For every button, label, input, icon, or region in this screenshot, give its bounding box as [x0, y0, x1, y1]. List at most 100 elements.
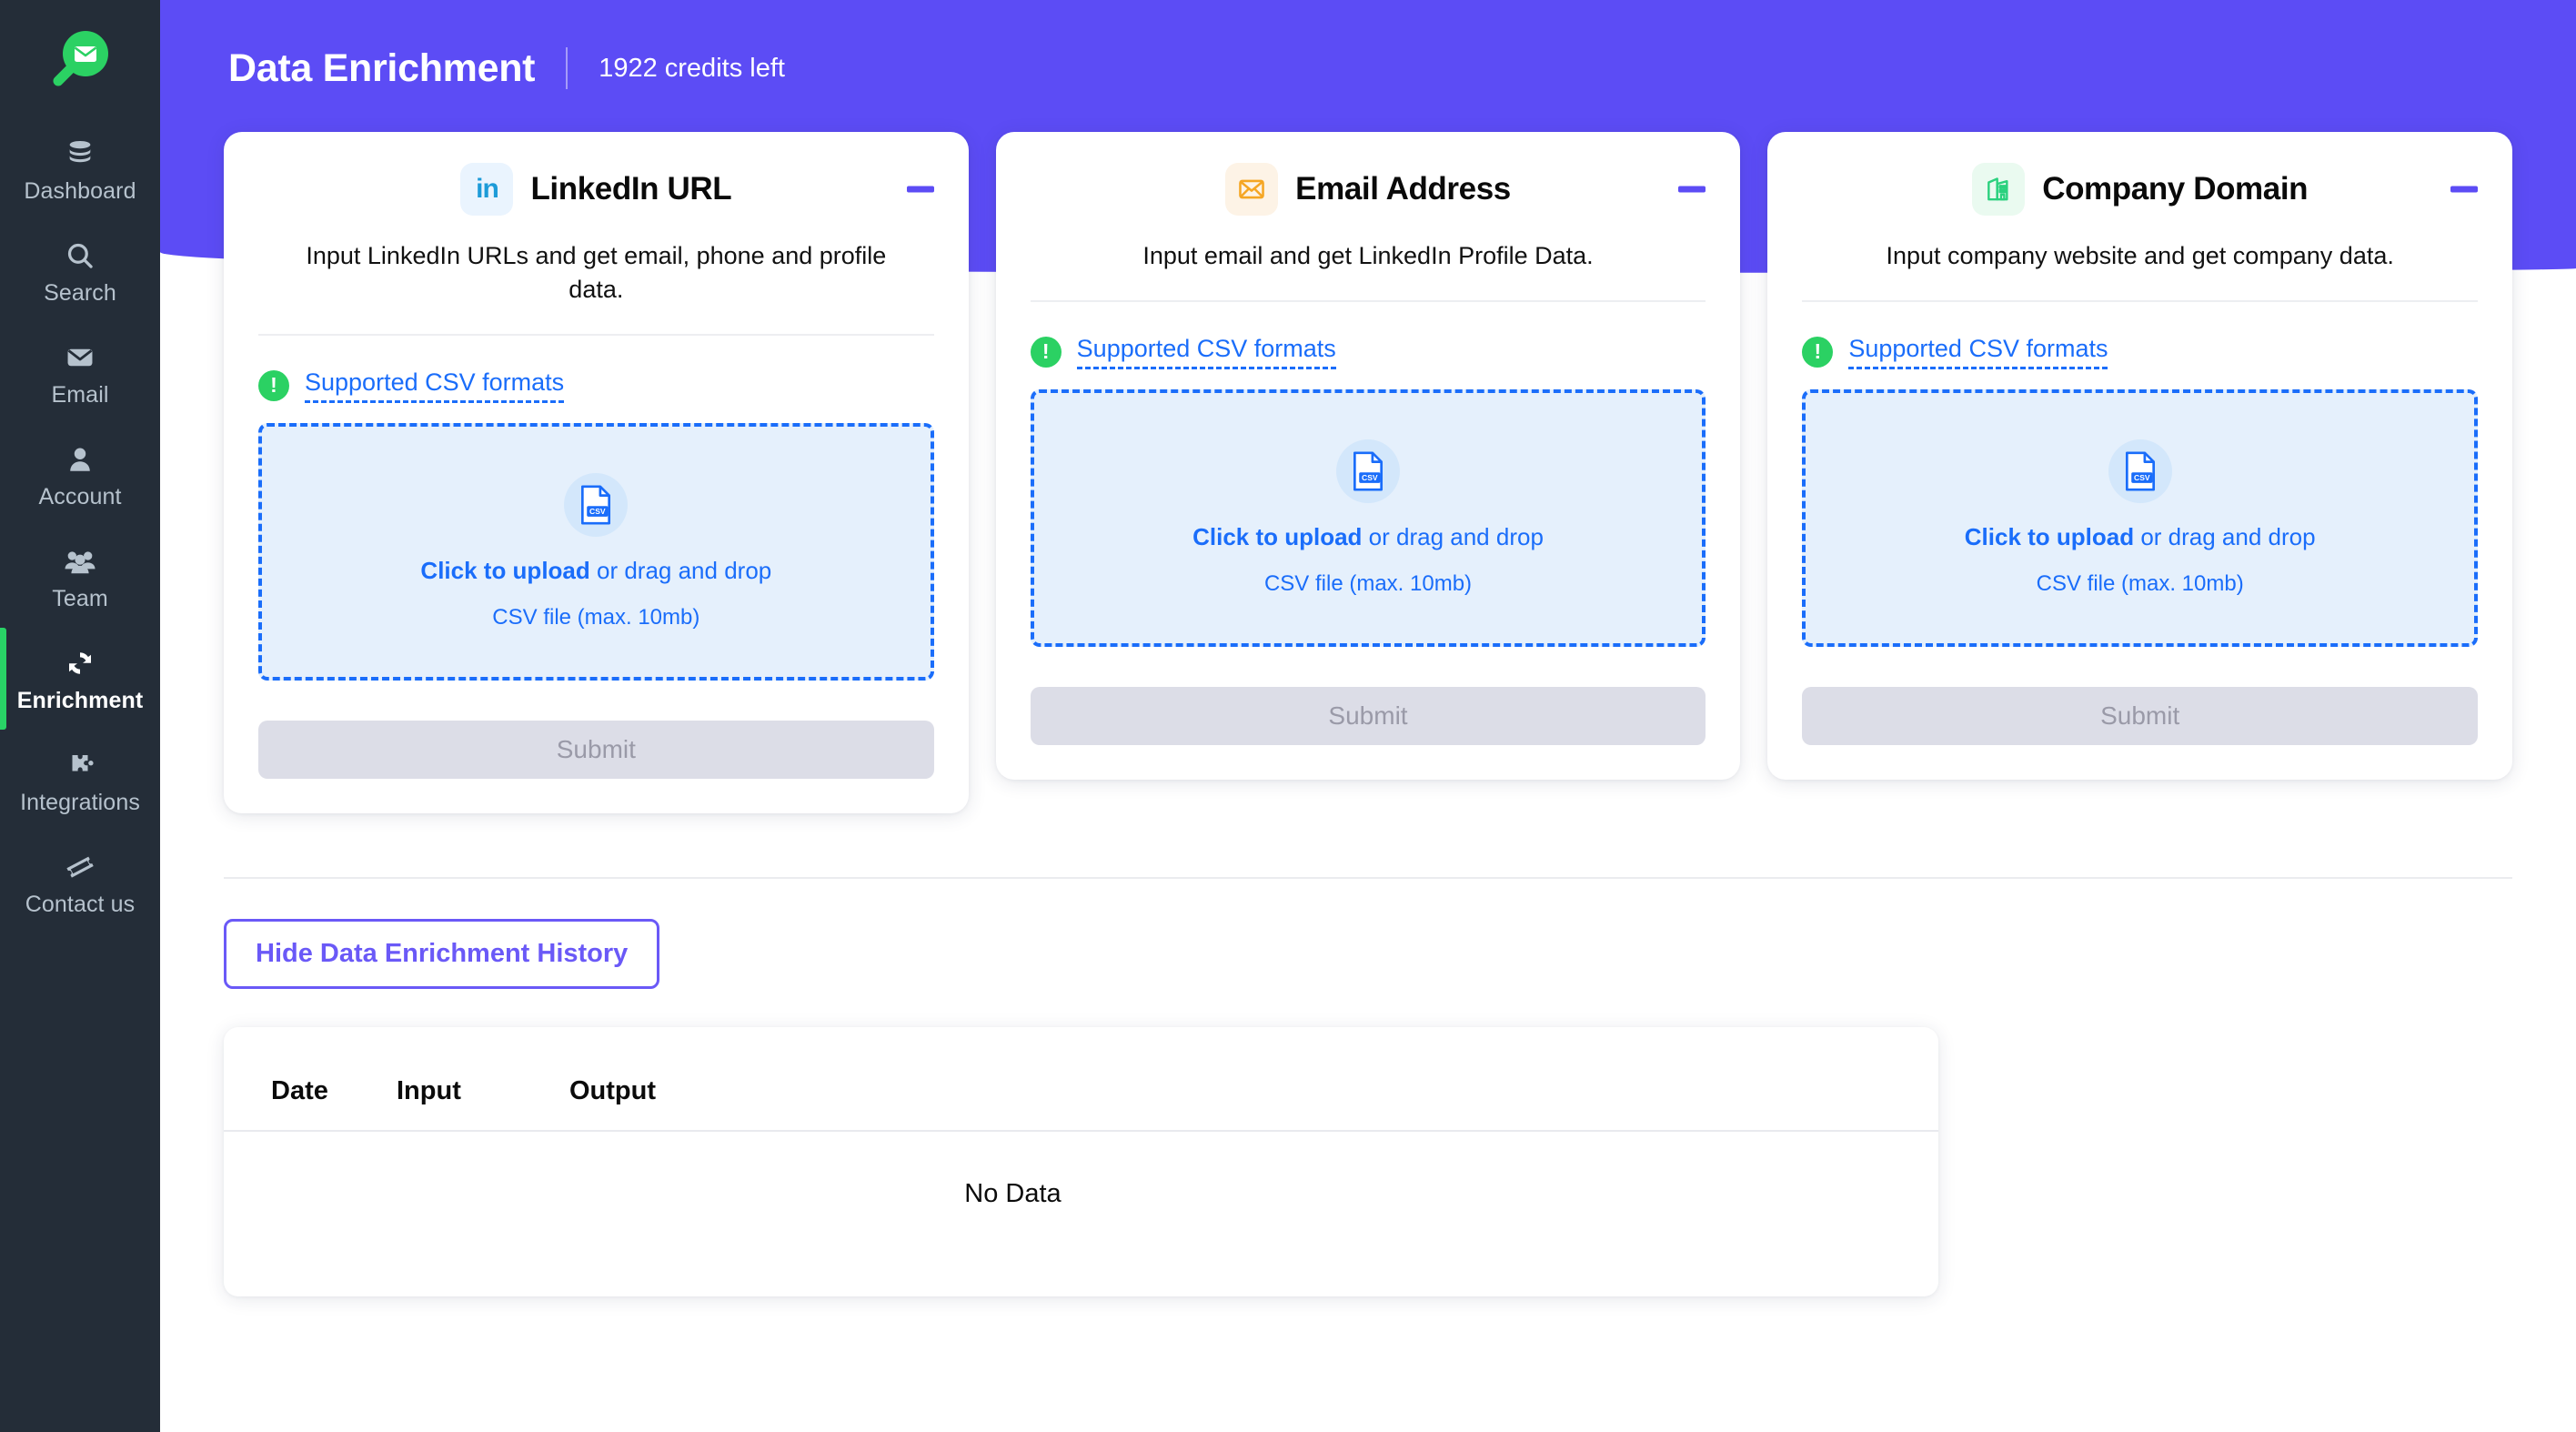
building-icon [1972, 163, 2026, 216]
svg-text:CSV: CSV [1362, 473, 1378, 482]
dropzone-hint: CSV file (max. 10mb) [1263, 570, 1473, 596]
info-icon: ! [1802, 336, 1834, 368]
search-icon [62, 237, 98, 274]
envelope-icon [62, 339, 98, 376]
submit-button[interactable]: Submit [1030, 686, 1706, 745]
supported-csv-row: ! Supported CSV formats [258, 336, 934, 403]
info-icon: ! [1030, 336, 1062, 368]
file-dropzone[interactable]: CSV Click to upload or drag and drop CSV… [1802, 388, 2479, 647]
ticket-icon [62, 849, 98, 885]
history-table: Date Input Output No Data [224, 1063, 1938, 1296]
section-divider [224, 876, 2512, 879]
history-table-body: No Data [224, 1131, 1938, 1296]
sidebar-item-label: Integrations [20, 790, 140, 815]
column-header-output: Output [569, 1063, 1938, 1132]
database-icon [62, 136, 98, 172]
card-title-row: Email Address [1031, 163, 1706, 216]
dropzone-hint: CSV file (max. 10mb) [492, 604, 700, 630]
submit-button[interactable]: Submit [1802, 686, 2479, 745]
linkedin-icon-glyph: in [476, 174, 499, 204]
svg-text:CSV: CSV [2134, 473, 2150, 482]
no-data-label: No Data [964, 1178, 1062, 1208]
sidebar-item-label: Contact us [25, 892, 136, 917]
supported-csv-formats-link[interactable]: Supported CSV formats [1076, 335, 1336, 369]
sidebar-nav: Dashboard Search Email Account Team Enri… [0, 118, 160, 933]
dropzone-main-text: Click to upload or drag and drop [420, 557, 771, 585]
app-logo[interactable] [0, 0, 160, 118]
card-body: ! Supported CSV formats CSV Click to upl… [996, 302, 1741, 780]
click-to-upload-label[interactable]: Click to upload [1965, 523, 2134, 550]
card-divider [1030, 299, 1706, 302]
card-company-domain: Company Domain Input company website and… [1767, 132, 2513, 780]
sidebar-item-label: Dashboard [24, 178, 136, 204]
table-header-row: Date Input Output [224, 1063, 1938, 1132]
card-header: Company Domain Input company website and… [1767, 132, 2512, 302]
card-description: Input email and get LinkedIn Profile Dat… [1142, 242, 1594, 269]
drag-and-drop-label: or drag and drop [589, 556, 772, 584]
sidebar: Dashboard Search Email Account Team Enri… [0, 0, 160, 1432]
enrichment-cards: in LinkedIn URL Input LinkedIn URLs and … [160, 0, 2576, 813]
dropzone-hint: CSV file (max. 10mb) [2036, 570, 2244, 596]
app-root: Dashboard Search Email Account Team Enri… [0, 0, 2576, 1432]
collapse-card-button[interactable] [1678, 186, 1706, 193]
sidebar-item-dashboard[interactable]: Dashboard [0, 118, 160, 220]
supported-csv-formats-link[interactable]: Supported CSV formats [305, 368, 565, 403]
column-header-date: Date [224, 1063, 397, 1132]
sidebar-item-team[interactable]: Team [0, 526, 160, 628]
drag-and-drop-label: or drag and drop [1362, 522, 1544, 550]
sidebar-item-label: Search [44, 280, 116, 306]
collapse-card-button[interactable] [906, 186, 934, 193]
card-divider [1802, 299, 2479, 302]
card-title: Company Domain [2042, 171, 2309, 207]
card-body: ! Supported CSV formats CSV Click to upl… [224, 336, 969, 813]
sidebar-item-contact-us[interactable]: Contact us [0, 832, 160, 933]
sidebar-item-label: Email [51, 382, 109, 408]
collapse-card-button[interactable] [2450, 186, 2479, 193]
mail-search-logo-icon [45, 25, 115, 94]
sidebar-item-label: Team [52, 586, 108, 611]
sidebar-item-account[interactable]: Account [0, 424, 160, 526]
history-table-head: Date Input Output [224, 1063, 1938, 1132]
user-icon [62, 441, 98, 478]
supported-csv-formats-link[interactable]: Supported CSV formats [1848, 335, 2108, 369]
refresh-icon [62, 645, 98, 681]
dropzone-main-text: Click to upload or drag and drop [1965, 523, 2316, 551]
card-linkedin-url: in LinkedIn URL Input LinkedIn URLs and … [224, 132, 969, 813]
drag-and-drop-label: or drag and drop [2134, 522, 2316, 550]
card-description: Input LinkedIn URLs and get email, phone… [306, 242, 887, 303]
svg-text:CSV: CSV [589, 507, 606, 516]
toggle-history-button[interactable]: Hide Data Enrichment History [224, 918, 660, 989]
sidebar-item-search[interactable]: Search [0, 220, 160, 322]
sidebar-item-label: Enrichment [16, 688, 144, 713]
file-dropzone[interactable]: CSV Click to upload or drag and drop CSV… [1030, 388, 1706, 647]
card-description: Input company website and get company da… [1886, 242, 2394, 269]
file-dropzone[interactable]: CSV Click to upload or drag and drop CSV… [258, 422, 934, 681]
sidebar-item-label: Account [38, 484, 122, 509]
card-email-address: Email Address Input email and get Linked… [995, 132, 1741, 780]
puzzle-icon [62, 747, 98, 783]
empty-row: No Data [224, 1131, 1938, 1296]
card-body: ! Supported CSV formats CSV Click to upl… [1767, 302, 2512, 780]
main-content: Data Enrichment 1922 credits left in Lin… [160, 0, 2576, 1432]
dropzone-main-text: Click to upload or drag and drop [1192, 523, 1544, 551]
sidebar-item-email[interactable]: Email [0, 322, 160, 424]
supported-csv-row: ! Supported CSV formats [1030, 302, 1706, 369]
card-header: Email Address Input email and get Linked… [996, 132, 1741, 302]
card-title-row: Company Domain [1802, 163, 2479, 216]
csv-file-icon: CSV [2108, 439, 2172, 503]
sidebar-item-enrichment[interactable]: Enrichment [0, 628, 160, 730]
submit-button[interactable]: Submit [258, 720, 934, 779]
csv-file-icon: CSV [564, 472, 629, 537]
card-title: LinkedIn URL [530, 171, 732, 207]
users-icon [62, 543, 98, 580]
linkedin-icon: in [460, 163, 514, 216]
history-section: Hide Data Enrichment History Date Input … [160, 876, 2576, 1296]
card-title: Email Address [1295, 171, 1511, 207]
supported-csv-row: ! Supported CSV formats [1802, 302, 2478, 369]
sidebar-item-integrations[interactable]: Integrations [0, 730, 160, 832]
envelope-icon [1225, 163, 1279, 216]
click-to-upload-label[interactable]: Click to upload [420, 557, 589, 584]
click-to-upload-label[interactable]: Click to upload [1192, 523, 1362, 550]
card-divider [258, 333, 934, 336]
csv-file-icon: CSV [1336, 439, 1400, 503]
